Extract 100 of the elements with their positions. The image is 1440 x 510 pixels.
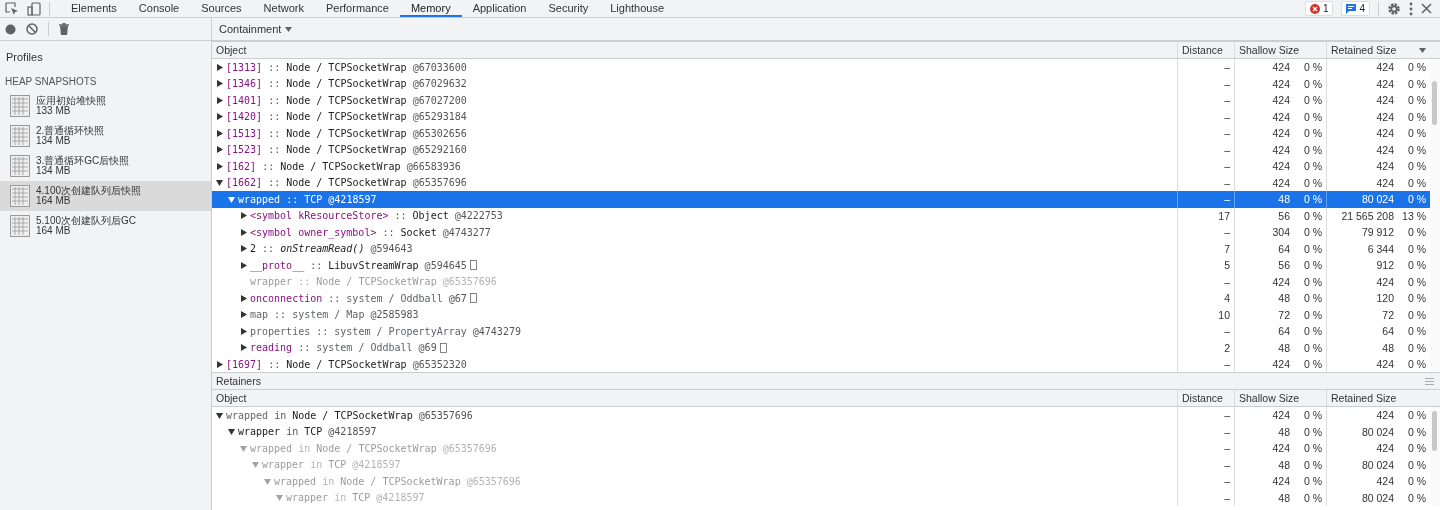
disclosure-triangle-icon[interactable] — [240, 311, 247, 319]
distance-cell: – — [1177, 273, 1234, 290]
caret-icon — [285, 26, 293, 32]
size-value: 424 — [1376, 275, 1394, 288]
column-header[interactable]: Object — [212, 42, 1177, 58]
disclosure-triangle-icon[interactable] — [240, 228, 247, 236]
disclosure-triangle-icon[interactable] — [240, 327, 247, 335]
snapshot-icon — [10, 215, 30, 237]
size-value: 424 — [1272, 143, 1290, 156]
size-value: 424 — [1376, 77, 1394, 90]
tab[interactable]: Sources — [190, 0, 253, 17]
tab[interactable]: Application — [461, 0, 538, 17]
size-value: 424 — [1376, 176, 1394, 189]
disclosure-triangle-icon[interactable] — [228, 428, 235, 436]
size-percent: 0 % — [1406, 458, 1426, 471]
tab[interactable]: Lighthouse — [599, 0, 676, 17]
disclosure-triangle-icon[interactable] — [216, 96, 223, 104]
disclosure-triangle-icon[interactable] — [216, 113, 223, 121]
scrollbar-thumb[interactable] — [1432, 411, 1437, 451]
distance-cell: 5 — [1177, 257, 1234, 274]
size-value: 424 — [1376, 160, 1394, 173]
snapshot-item[interactable]: 4.100次创建队列后快照 164 MB — [0, 181, 211, 211]
disclosure-triangle-icon[interactable] — [216, 63, 223, 71]
column-header[interactable]: Object — [212, 390, 1177, 406]
object-label: wrapper in TCP @4218597 — [238, 426, 377, 438]
inspect-icon[interactable] — [5, 1, 19, 16]
scrollbar[interactable] — [1430, 59, 1440, 372]
size-percent: 0 % — [1302, 209, 1322, 222]
size-value: 424 — [1376, 358, 1394, 371]
disclosure-triangle-icon[interactable] — [216, 162, 223, 170]
size-percent: 0 % — [1406, 127, 1426, 140]
disclosure-triangle-icon[interactable] — [240, 245, 247, 253]
size-value: 424 — [1376, 61, 1394, 74]
record-icon[interactable] — [5, 23, 16, 35]
size-value: 424 — [1376, 409, 1394, 422]
table-row[interactable]: wrapped :: TCP @4218597 – 48 0 % 80 024 0 % — [212, 191, 1430, 208]
section-heading: HEAP SNAPSHOTS — [4, 75, 98, 89]
tab[interactable]: Network — [252, 0, 315, 17]
disclosure-triangle-icon[interactable] — [240, 212, 247, 220]
disclosure-triangle-icon[interactable] — [216, 129, 223, 137]
message-badge[interactable]: 4 — [1341, 1, 1370, 16]
disclosure-triangle-icon[interactable] — [240, 261, 247, 269]
size-value: 80 024 — [1361, 491, 1394, 504]
tab[interactable]: Elements — [60, 0, 128, 17]
clear-icon[interactable] — [26, 23, 38, 35]
scrollbar-thumb[interactable] — [1432, 81, 1437, 125]
object-label: [162] :: Node / TCPSocketWrap @66583936 — [226, 160, 461, 172]
distance-cell: 7 — [1177, 240, 1234, 257]
sidebar-title: Profiles — [5, 50, 44, 65]
disclosure-triangle-icon[interactable] — [216, 80, 223, 88]
object-label: <symbol owner_symbol> :: Socket @4743277 — [250, 226, 491, 238]
column-header[interactable]: Retained Size — [1326, 390, 1430, 406]
error-icon — [1309, 3, 1320, 14]
column-header[interactable]: Shallow Size — [1234, 390, 1326, 406]
more-options-icon[interactable] — [1409, 1, 1413, 16]
trash-icon[interactable] — [59, 23, 69, 35]
object-label: __proto__ :: LibuvStreamWrap @594645 — [250, 259, 467, 271]
size-value: 424 — [1376, 475, 1394, 488]
size-value: 424 — [1272, 409, 1290, 422]
size-value: 424 — [1272, 475, 1290, 488]
error-badge[interactable]: 1 — [1304, 1, 1334, 16]
tab[interactable]: Console — [127, 0, 191, 17]
size-value: 48 — [1382, 341, 1394, 354]
size-percent: 0 % — [1302, 61, 1322, 74]
size-percent: 0 % — [1406, 143, 1426, 156]
distance-cell: – — [1177, 141, 1234, 158]
column-header[interactable]: Distance — [1177, 390, 1234, 406]
settings-icon[interactable] — [1387, 1, 1401, 16]
tab[interactable]: Performance — [314, 0, 400, 17]
column-header[interactable]: Distance — [1177, 42, 1234, 58]
snapshot-item[interactable]: 3.普通循环GC后快照 134 MB — [0, 151, 211, 181]
size-percent: 0 % — [1406, 442, 1426, 455]
snapshot-item[interactable]: 2.普通循环快照 134 MB — [0, 121, 211, 151]
tab[interactable]: Security — [537, 0, 600, 17]
disclosure-triangle-icon[interactable] — [240, 294, 247, 302]
snapshot-item[interactable]: 5.100次创建队列后GC 164 MB — [0, 211, 211, 241]
size-value: 79 912 — [1361, 226, 1394, 239]
size-percent: 0 % — [1406, 193, 1426, 206]
close-icon[interactable] — [1421, 3, 1432, 14]
disclosure-triangle-icon[interactable] — [216, 146, 223, 154]
size-percent: 0 % — [1302, 193, 1322, 206]
object-label: properties :: system / PropertyArray @4743279 — [250, 325, 521, 337]
size-percent: 0 % — [1302, 325, 1322, 338]
view-dropdown[interactable]: Containment — [218, 23, 294, 35]
disclosure-triangle-icon[interactable] — [216, 179, 223, 187]
device-icon[interactable] — [27, 1, 41, 16]
drag-handle-icon[interactable] — [1425, 377, 1434, 385]
disclosure-triangle-icon[interactable] — [216, 411, 223, 419]
size-percent: 0 % — [1406, 110, 1426, 123]
scrollbar[interactable] — [1430, 407, 1440, 506]
snapshot-item[interactable]: 应用初始堆快照 133 MB — [0, 91, 211, 121]
message-icon — [1346, 3, 1357, 14]
size-value: 424 — [1272, 160, 1290, 173]
column-header[interactable]: Shallow Size — [1234, 42, 1326, 58]
column-header[interactable]: Retained Size — [1326, 42, 1430, 58]
size-percent: 0 % — [1406, 409, 1426, 422]
size-percent: 0 % — [1406, 259, 1426, 272]
size-value: 424 — [1376, 442, 1394, 455]
disclosure-triangle-icon[interactable] — [216, 360, 223, 368]
disclosure-triangle-icon[interactable] — [240, 344, 247, 352]
